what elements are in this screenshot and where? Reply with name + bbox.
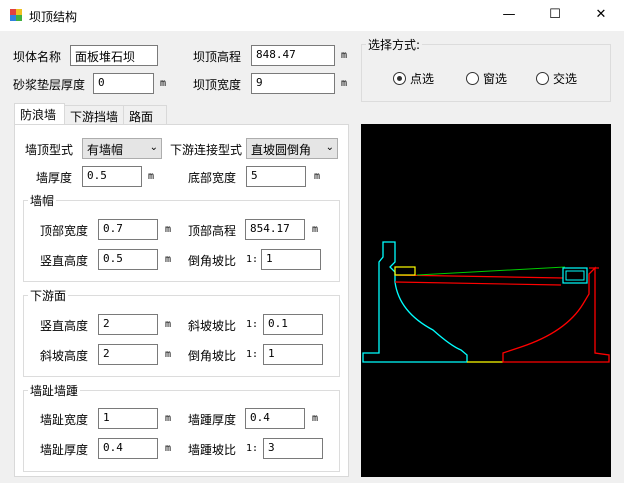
ds-vert-height-unit: m <box>165 319 172 330</box>
cap-top-width-field[interactable]: 0.7 <box>98 219 158 240</box>
crest-elev-label: 坝顶高程 <box>193 50 242 64</box>
chevron-down-icon: ⌄ <box>149 142 158 153</box>
heel-slope-field[interactable]: 3 <box>263 438 323 459</box>
crest-width-field[interactable]: 9 <box>251 73 335 94</box>
app-icon <box>10 9 22 21</box>
radio-point-select[interactable]: 点选 <box>393 70 434 87</box>
base-width-label: 底部宽度 <box>188 171 237 185</box>
ds-slope-ratio-prefix: 1: <box>246 319 259 330</box>
cap-group-title: 墙帽 <box>28 192 57 209</box>
crest-elev-unit: m <box>341 50 348 61</box>
heel-thickness-unit: m <box>312 413 319 424</box>
radio-cross-select[interactable]: 交选 <box>536 70 577 87</box>
preview-canvas[interactable] <box>361 124 611 477</box>
ds-slope-height-label: 斜坡高度 <box>40 349 89 363</box>
connect-type-value: 直坡圆倒角 <box>251 143 312 157</box>
ds-chamfer-prefix: 1: <box>246 349 259 360</box>
toe-heel-group <box>23 390 340 472</box>
cap-top-width-unit: m <box>165 224 172 235</box>
ds-chamfer-field[interactable]: 1 <box>263 344 323 365</box>
crest-elev-field[interactable]: 848.47 <box>251 45 335 66</box>
wall-thickness-label: 墙厚度 <box>36 171 73 185</box>
dam-crest-drawing <box>362 241 610 363</box>
curb-box <box>562 267 588 284</box>
wall-thickness-field[interactable]: 0.5 <box>82 166 142 187</box>
cap-chamfer-field[interactable]: 1 <box>261 249 321 270</box>
downstream-group-title: 下游面 <box>28 287 69 304</box>
cap-top-elev-field[interactable]: 854.17 <box>245 219 305 240</box>
wall-type-value: 有墙帽 <box>87 143 124 157</box>
toe-width-unit: m <box>165 413 172 424</box>
crest-width-label: 坝顶宽度 <box>193 78 242 92</box>
base-width-unit: m <box>314 171 321 182</box>
ds-vert-height-field[interactable]: 2 <box>98 314 158 335</box>
cap-top-elev-label: 顶部高程 <box>188 224 237 238</box>
radio-label: 点选 <box>410 72 435 86</box>
radio-window-select[interactable]: 窗选 <box>466 70 507 87</box>
toe-width-label: 墙趾宽度 <box>40 413 89 427</box>
downstream-wall-outline <box>502 266 610 363</box>
ds-chamfer-label: 倒角坡比 <box>188 349 237 363</box>
heel-slope-label: 墙踵坡比 <box>188 443 237 457</box>
ds-slope-ratio-field[interactable]: 0.1 <box>263 314 323 335</box>
ds-slope-height-field[interactable]: 2 <box>98 344 158 365</box>
minimize-button[interactable]: — <box>486 0 532 31</box>
heel-thickness-field[interactable]: 0.4 <box>245 408 305 429</box>
cap-chamfer-prefix: 1: <box>246 254 259 265</box>
heel-thickness-label: 墙踵厚度 <box>188 413 237 427</box>
toe-thickness-label: 墙趾厚度 <box>40 443 89 457</box>
cap-vert-height-field[interactable]: 0.5 <box>98 249 158 270</box>
ds-vert-height-label: 竖直高度 <box>40 319 89 333</box>
grade-line <box>416 266 566 276</box>
title-bar: 坝顶结构 — ☐ ✕ <box>0 0 624 31</box>
toe-thickness-unit: m <box>165 443 172 454</box>
chevron-down-icon: ⌄ <box>325 142 334 153</box>
cap-vert-height-unit: m <box>165 254 172 265</box>
radio-label: 窗选 <box>483 72 508 86</box>
cap-box <box>394 266 416 276</box>
toe-width-field[interactable]: 1 <box>98 408 158 429</box>
connect-type-label: 下游连接型式 <box>170 143 243 157</box>
mortar-label: 砂浆垫层厚度 <box>13 78 86 92</box>
window-title: 坝顶结构 <box>29 10 78 24</box>
wall-type-dropdown[interactable]: 有墙帽 ⌄ <box>82 138 162 159</box>
mortar-unit: m <box>160 78 167 89</box>
ds-slope-ratio-label: 斜坡坡比 <box>188 319 237 333</box>
wave-wall-outline <box>362 241 468 363</box>
radio-label: 交选 <box>553 72 578 86</box>
dam-name-field[interactable]: 面板堆石坝 <box>70 45 158 66</box>
connect-type-dropdown[interactable]: 直坡圆倒角 ⌄ <box>246 138 338 159</box>
wall-thickness-unit: m <box>148 171 155 182</box>
road-line <box>394 281 562 286</box>
tab-road-surface[interactable]: 路面 <box>123 105 167 125</box>
road-top-line <box>394 274 564 279</box>
mortar-field[interactable]: 0 <box>93 73 154 94</box>
cap-vert-height-label: 竖直高度 <box>40 254 89 268</box>
tab-downstream-wall[interactable]: 下游挡墙 <box>64 105 124 125</box>
radio-indicator <box>466 72 479 85</box>
crest-width-unit: m <box>341 78 348 89</box>
ds-slope-height-unit: m <box>165 349 172 360</box>
curb-box-inner <box>565 270 585 281</box>
cap-top-width-label: 顶部宽度 <box>40 224 89 238</box>
wall-type-label: 墙顶型式 <box>25 143 74 157</box>
dam-name-label: 坝体名称 <box>13 50 62 64</box>
close-button[interactable]: ✕ <box>578 0 624 31</box>
select-mode-title: 选择方式: <box>366 36 423 53</box>
radio-indicator-checked <box>393 72 406 85</box>
base-width-field[interactable]: 5 <box>246 166 306 187</box>
heel-slope-prefix: 1: <box>246 443 259 454</box>
cap-top-elev-unit: m <box>312 224 319 235</box>
toe-heel-group-title: 墙趾墙踵 <box>28 382 81 399</box>
cap-chamfer-label: 倒角坡比 <box>188 254 237 268</box>
radio-indicator <box>536 72 549 85</box>
maximize-button[interactable]: ☐ <box>532 0 578 31</box>
tab-wave-wall[interactable]: 防浪墙 <box>14 103 65 125</box>
toe-thickness-field[interactable]: 0.4 <box>98 438 158 459</box>
